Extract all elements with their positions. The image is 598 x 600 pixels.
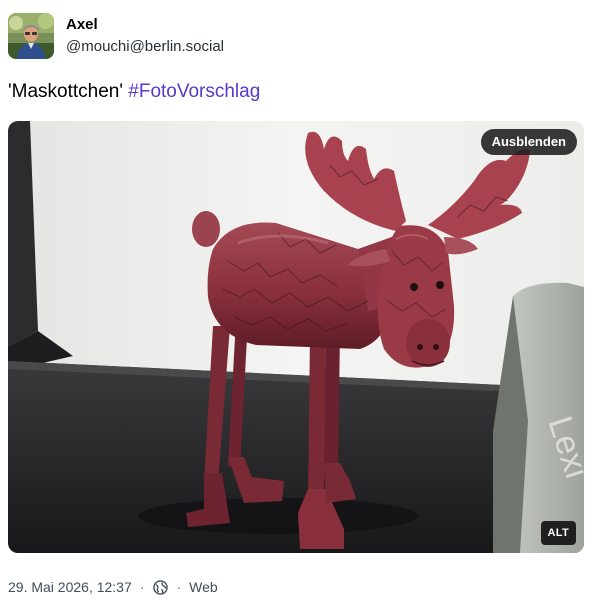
avatar[interactable]: [8, 13, 54, 59]
status-timestamp[interactable]: 29. Mai 2026, 12:37: [8, 578, 132, 596]
hashtag-link[interactable]: #FotoVorschlag: [128, 81, 260, 102]
status-content: 'Maskottchen' #FotoVorschlag: [8, 79, 260, 105]
author-display-name[interactable]: Axel: [66, 15, 224, 35]
alt-text-badge[interactable]: ALT: [540, 521, 576, 545]
globe-icon: [152, 579, 168, 595]
media-gallery[interactable]: Lexi Ausblenden ALT: [8, 121, 584, 553]
hide-media-button[interactable]: Ausblenden: [480, 129, 577, 155]
meta-separator: ·: [139, 579, 145, 595]
status-meta: 29. Mai 2026, 12:37 · · Web: [8, 578, 218, 596]
avatar-image: [8, 13, 54, 59]
moose-photo[interactable]: Lexi: [8, 121, 584, 553]
status-application: Web: [189, 579, 218, 595]
author-handle[interactable]: @mouchi@berlin.social: [66, 37, 224, 57]
meta-separator: ·: [176, 579, 182, 595]
status-post: Axel @mouchi@berlin.social 'Maskottchen'…: [0, 0, 598, 600]
status-text: 'Maskottchen': [8, 81, 129, 102]
author-names: Axel @mouchi@berlin.social: [66, 15, 224, 57]
status-header: Axel @mouchi@berlin.social: [8, 12, 224, 60]
